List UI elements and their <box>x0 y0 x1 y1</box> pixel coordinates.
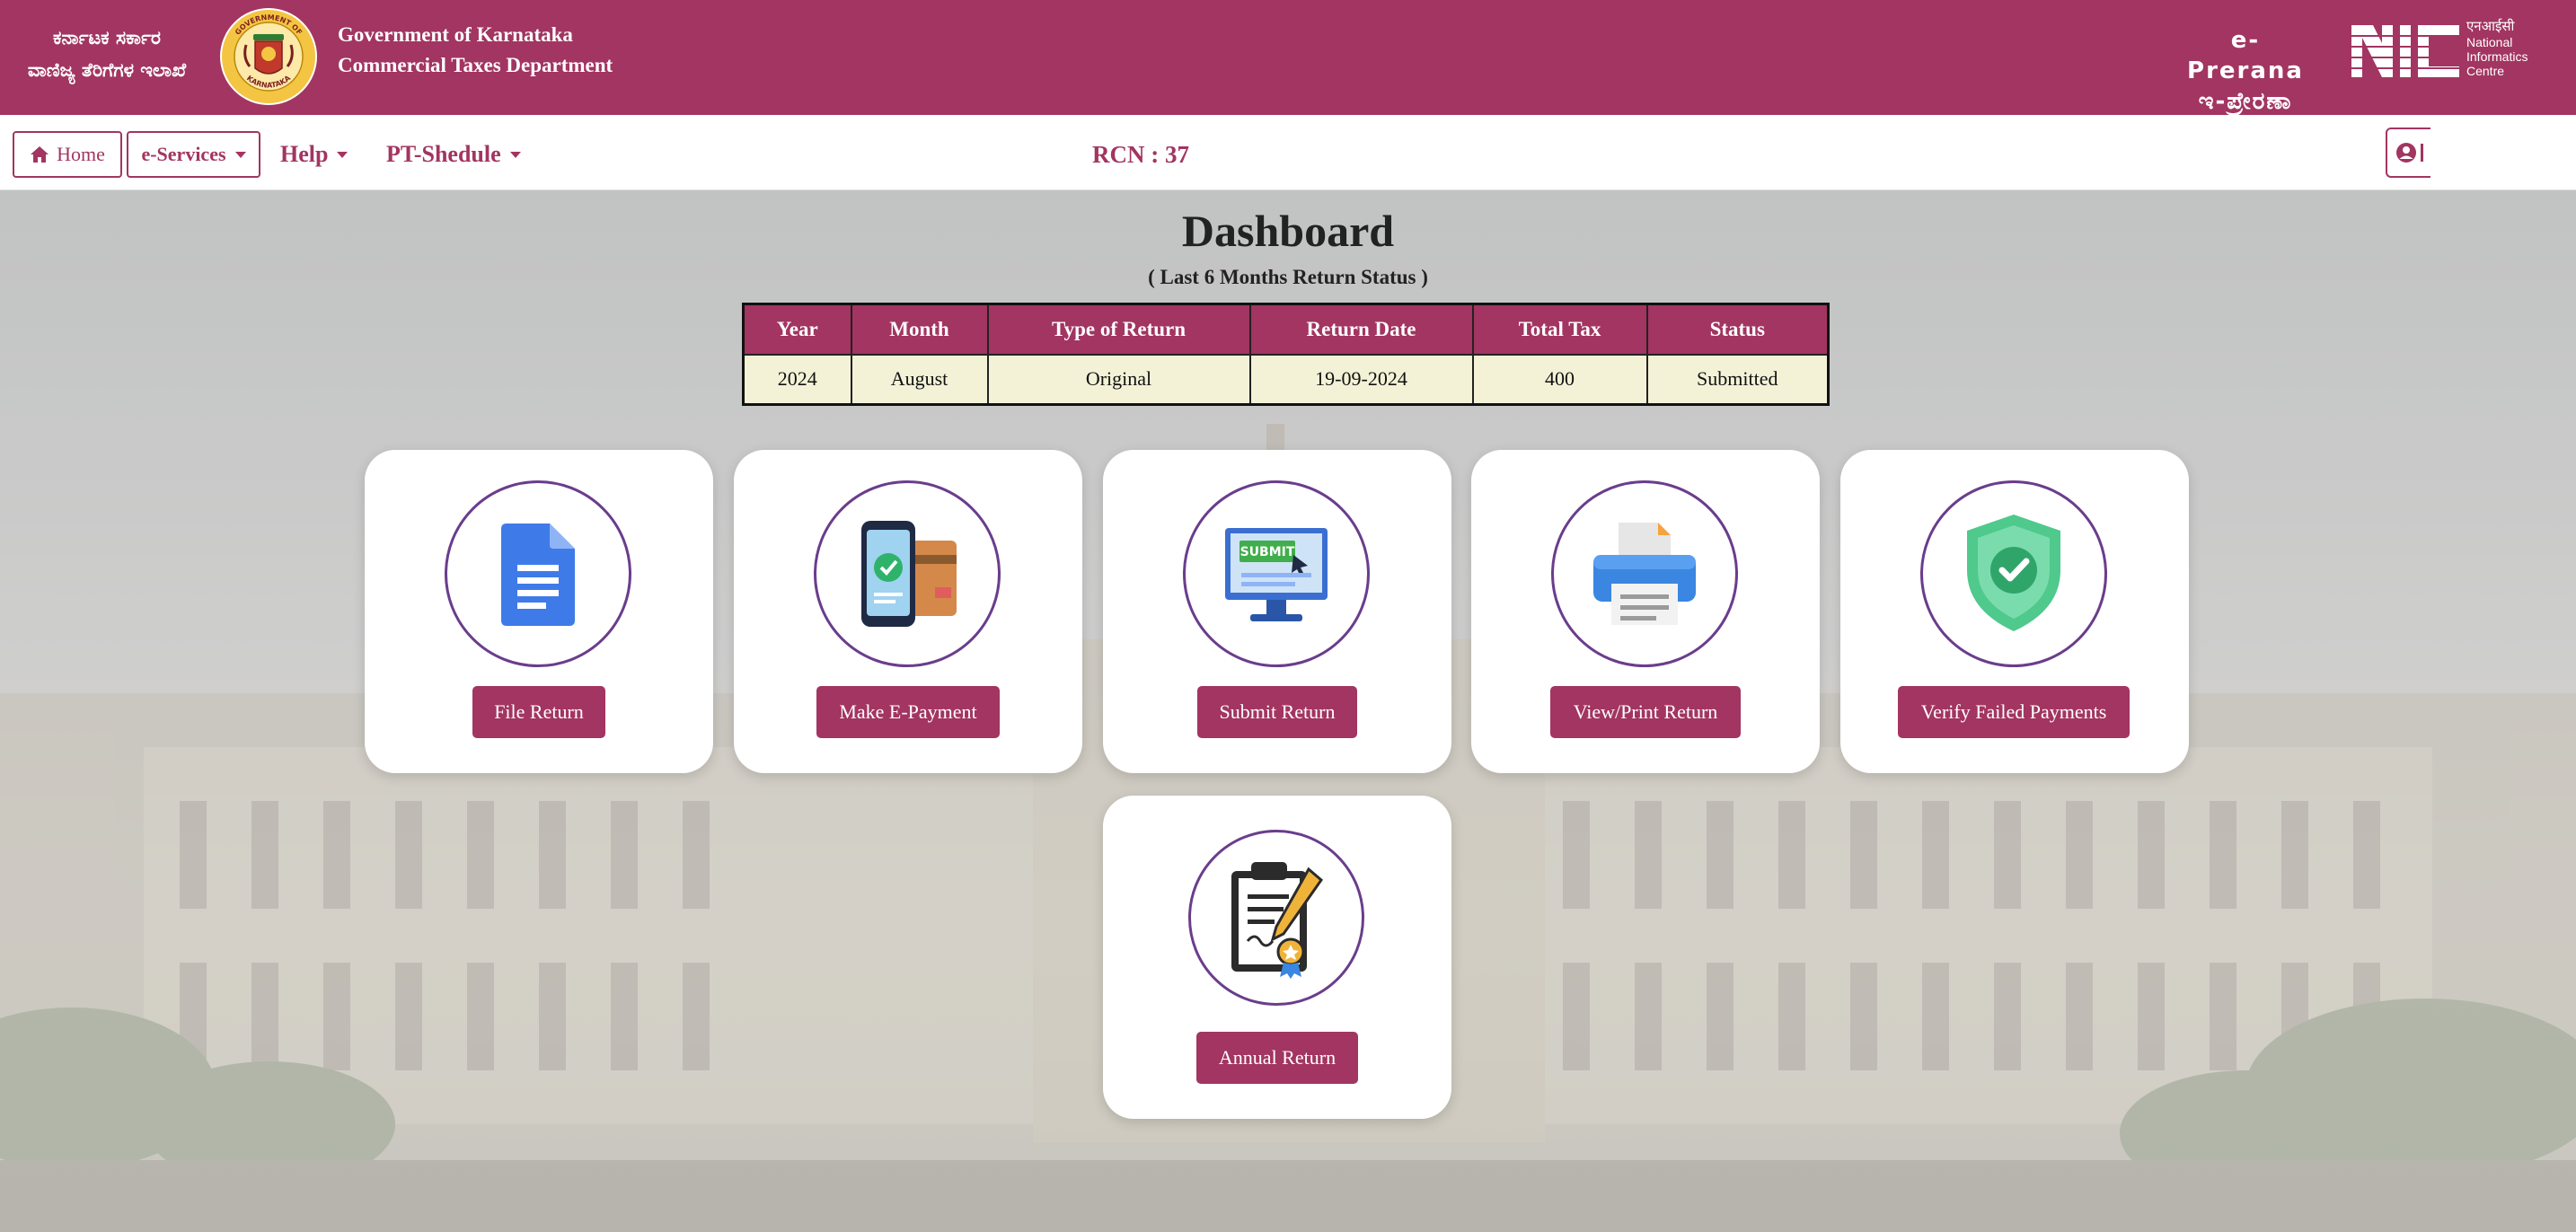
svg-text:National: National <box>2466 35 2512 49</box>
help-dropdown[interactable]: Help <box>280 135 348 174</box>
cell-month: August <box>850 353 989 406</box>
column-header-status: Status <box>1645 303 1830 356</box>
return-status-table: Year Month Type of Return Return Date To… <box>742 303 1830 406</box>
column-header-total-tax: Total Tax <box>1471 303 1648 356</box>
page-subtitle: ( Last 6 Months Return Status ) <box>1148 266 1428 288</box>
eservices-label: e-Services <box>141 143 226 165</box>
svg-text:SUBMIT: SUBMIT <box>1240 545 1295 559</box>
cell-total-tax: 400 <box>1471 353 1648 406</box>
submit-monitor-icon: SUBMIT <box>1225 528 1328 621</box>
file-return-button[interactable]: File Return <box>472 686 605 738</box>
eprerana-logo: e-Prerana ಇ-ಪ್ರೇರಣಾ <box>2174 25 2317 117</box>
department-line-2: Commercial Taxes Department <box>338 54 613 76</box>
file-return-icon-circle <box>445 480 631 667</box>
verify-failed-payments-button[interactable]: Verify Failed Payments <box>1898 686 2130 738</box>
nic-logo: एनआईसी National Informatics Centre <box>2351 18 2527 78</box>
make-e-payment-card[interactable]: Make E-Payment <box>734 450 1082 773</box>
column-header-return-date: Return Date <box>1248 303 1474 356</box>
chevron-down-icon <box>337 151 348 158</box>
svg-text:Centre: Centre <box>2466 64 2504 78</box>
navbar: Home e-Services Help PT-Shedule RCN : 37 <box>0 115 2576 190</box>
column-header-month: Month <box>850 303 989 356</box>
karnataka-emblem-logo: GOVERNMENT OF KARNATAKA <box>220 8 317 105</box>
department-title: Government of Karnataka Commercial Taxes… <box>338 20 613 81</box>
cell-year: 2024 <box>742 353 852 406</box>
chevron-down-icon <box>234 151 246 158</box>
annual-return-icon-circle <box>1188 830 1364 1006</box>
kannada-line-2: ವಾಣಿಜ್ಯ ತೆರಿಗೆಗಳ ಇಲಾಖೆ <box>27 59 187 81</box>
user-circle-icon <box>2395 143 2416 163</box>
top-header: ಕರ್ನಾಟಕ ಸರ್ಕಾರ ವಾಣಿಜ್ಯ ತೆರಿಗೆಗಳ ಇಲಾಖೆ GO… <box>0 0 2576 115</box>
document-icon <box>501 524 575 626</box>
shield-check-icon <box>1967 515 2060 631</box>
rcn-text: RCN : 37 <box>1092 140 1189 168</box>
table-header-row: Year Month Type of Return Return Date To… <box>742 303 1830 356</box>
chevron-down-icon <box>509 151 521 158</box>
clipboard-certificate-icon <box>1231 862 1324 979</box>
verify-failed-payments-icon-circle <box>1920 480 2107 667</box>
cell-return-date: 19-09-2024 <box>1248 353 1474 406</box>
eprerana-line-2: ಇ-ಪ್ರೇರಣಾ <box>2198 88 2293 115</box>
submit-return-button[interactable]: Submit Return <box>1197 686 1357 738</box>
department-line-1: Government of Karnataka <box>338 23 573 46</box>
annual-return-card[interactable]: Annual Return <box>1103 796 1451 1119</box>
make-e-payment-button[interactable]: Make E-Payment <box>816 686 1000 738</box>
table-row: 2024 August Original 19-09-2024 400 Subm… <box>742 353 1830 406</box>
submit-return-icon-circle: SUBMIT <box>1183 480 1370 667</box>
home-button[interactable]: Home <box>13 131 122 178</box>
annual-return-button[interactable]: Annual Return <box>1196 1032 1358 1084</box>
cell-type: Original <box>986 353 1251 406</box>
page-title: Dashboard <box>1181 206 1395 256</box>
submit-return-card[interactable]: SUBMIT Submit Return <box>1103 450 1451 773</box>
eprerana-line-1: e-Prerana <box>2187 27 2304 84</box>
eservices-dropdown[interactable]: e-Services <box>127 131 260 178</box>
pt-schedule-dropdown[interactable]: PT-Shedule <box>386 135 521 174</box>
profile-button[interactable] <box>2386 128 2430 178</box>
view-print-return-card[interactable]: View/Print Return <box>1471 450 1820 773</box>
view-print-return-icon-circle <box>1551 480 1738 667</box>
kannada-title: ಕರ್ನಾಟಕ ಸರ್ಕಾರ ವಾಣಿಜ್ಯ ತೆರಿಗೆಗಳ ಇಲಾಖೆ <box>13 22 201 86</box>
svg-text:Informatics: Informatics <box>2466 49 2527 64</box>
file-return-card[interactable]: File Return <box>365 450 713 773</box>
cell-status: Submitted <box>1645 353 1830 406</box>
printer-icon <box>1593 523 1696 625</box>
kannada-line-1: ಕರ್ನಾಟಕ ಸರ್ಕಾರ <box>53 27 161 48</box>
home-label: Home <box>57 143 105 165</box>
verify-failed-payments-card[interactable]: Verify Failed Payments <box>1840 450 2189 773</box>
pt-schedule-label: PT-Shedule <box>386 141 501 167</box>
mobile-payment-icon <box>861 521 957 627</box>
make-e-payment-icon-circle <box>814 480 1001 667</box>
column-header-type: Type of Return <box>986 303 1251 356</box>
home-icon <box>31 146 49 163</box>
view-print-return-button[interactable]: View/Print Return <box>1550 686 1741 738</box>
column-header-year: Year <box>742 303 852 356</box>
help-label: Help <box>280 141 329 167</box>
svg-text:एनआईसी: एनआईसी <box>2466 18 2515 34</box>
